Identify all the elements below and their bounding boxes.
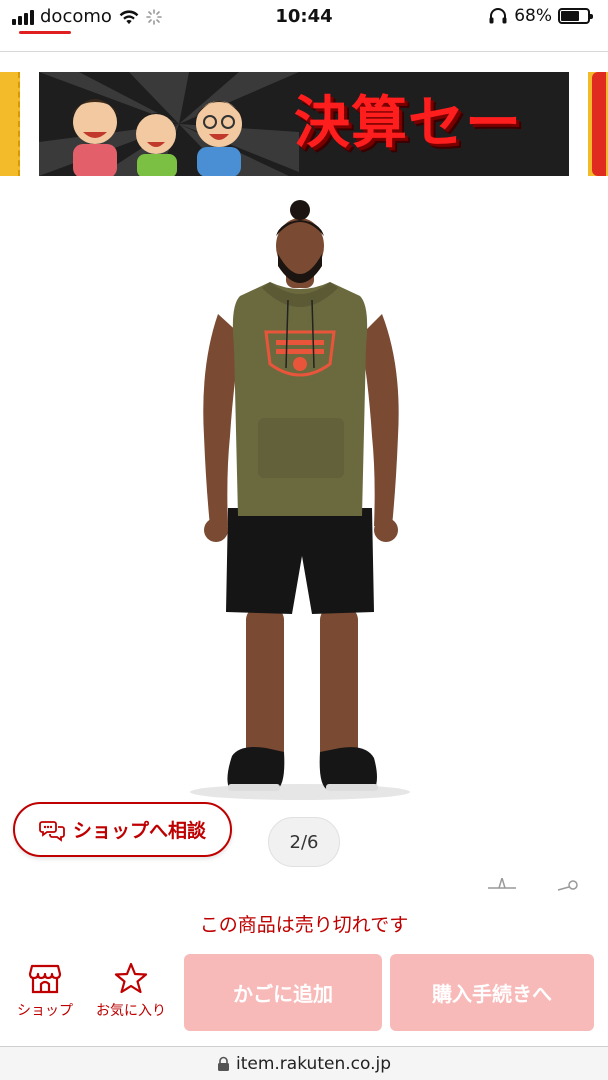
shop-consult-label: ショップへ相談 [72, 820, 206, 842]
banner-next-peek[interactable] [588, 72, 608, 176]
favorite-nav-label: お気に入り [96, 1003, 166, 1019]
chat-icon [39, 820, 65, 842]
battery-percent: 68% [514, 6, 552, 26]
sold-out-notice: この商品は売り切れです [199, 914, 409, 936]
checkout-label: 購入手続きへ [432, 982, 552, 1006]
url-text: item.rakuten.co.jp [236, 1053, 391, 1074]
battery-level [561, 11, 579, 21]
shop-consult-button[interactable]: ショップへ相談 [13, 802, 232, 857]
banner-carousel[interactable]: 決算セール [0, 72, 608, 176]
battery-icon [558, 8, 593, 24]
sale-banner[interactable]: 決算セール [39, 72, 569, 176]
add-to-cart-button[interactable]: かごに追加 [184, 954, 382, 1031]
carrier-underline [19, 31, 71, 34]
checkout-button[interactable]: 購入手続きへ [390, 954, 594, 1031]
status-right: 68% [488, 6, 593, 26]
partial-share-icon [557, 880, 578, 891]
shop-icon [28, 964, 62, 994]
shop-nav-button[interactable]: ショップ [5, 962, 85, 1020]
bottom-action-bar: この商品は売り切れです ショップ お気に入り かごに追加 購入手続きへ [0, 900, 608, 1048]
lock-icon [218, 1056, 229, 1071]
banner-sale-text: 決算セール [294, 91, 522, 176]
product-image[interactable] [180, 196, 420, 806]
browser-url-bar[interactable]: item.rakuten.co.jp [0, 1046, 608, 1080]
favorite-nav-button[interactable]: お気に入り [91, 962, 171, 1020]
status-bar: docomo 10:44 68% [0, 0, 608, 40]
star-icon [114, 962, 148, 994]
shop-nav-label: ショップ [17, 1003, 73, 1019]
partial-star-icon [488, 878, 516, 889]
add-to-cart-label: かごに追加 [233, 982, 333, 1006]
image-counter: 2/6 [268, 817, 340, 867]
banner-prev-peek[interactable] [0, 72, 20, 176]
peek-icons [488, 878, 578, 892]
header-divider [0, 51, 608, 52]
headphones-icon [489, 8, 507, 24]
